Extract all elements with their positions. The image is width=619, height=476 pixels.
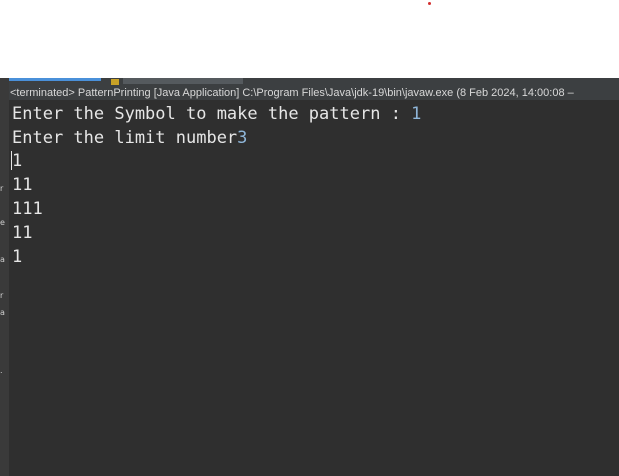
pattern-line: 11 (12, 175, 33, 195)
user-input-symbol: 1 (411, 104, 422, 124)
view-tab-strip[interactable] (9, 78, 619, 86)
console-launch-header: <terminated> PatternPrinting [Java Appli… (9, 86, 619, 100)
pattern-line: 1 (12, 151, 23, 171)
gutter-mark: . (0, 367, 3, 375)
tab-icon[interactable] (111, 79, 119, 85)
console-line-symbol-prompt: Enter the Symbol to make the pattern : 1 (12, 102, 421, 126)
pattern-line: 11 (12, 223, 33, 243)
screen: r e a r a . <terminated> PatternPrinting… (0, 0, 619, 476)
gutter-mark: e (0, 219, 5, 227)
text-caret (11, 151, 12, 170)
gutter-mark: r (0, 292, 4, 300)
pattern-line: 111 (12, 199, 43, 219)
console-output-area[interactable]: Enter the Symbol to make the pattern : 1… (9, 100, 619, 476)
console-line-limit-prompt: Enter the limit number3 (12, 126, 247, 150)
active-tab-indicator[interactable] (9, 78, 101, 81)
gutter-mark: a (0, 309, 5, 317)
gutter-mark: r (0, 185, 4, 193)
red-dot-marker (428, 2, 431, 5)
prompt-symbol-text: Enter the Symbol to make the pattern : (12, 104, 412, 124)
gutter-mark: a (0, 256, 5, 264)
tab-label-cut[interactable] (123, 78, 243, 84)
prompt-limit-text: Enter the limit number (12, 128, 238, 148)
pattern-line: 1 (12, 247, 23, 267)
user-input-limit: 3 (237, 128, 248, 148)
